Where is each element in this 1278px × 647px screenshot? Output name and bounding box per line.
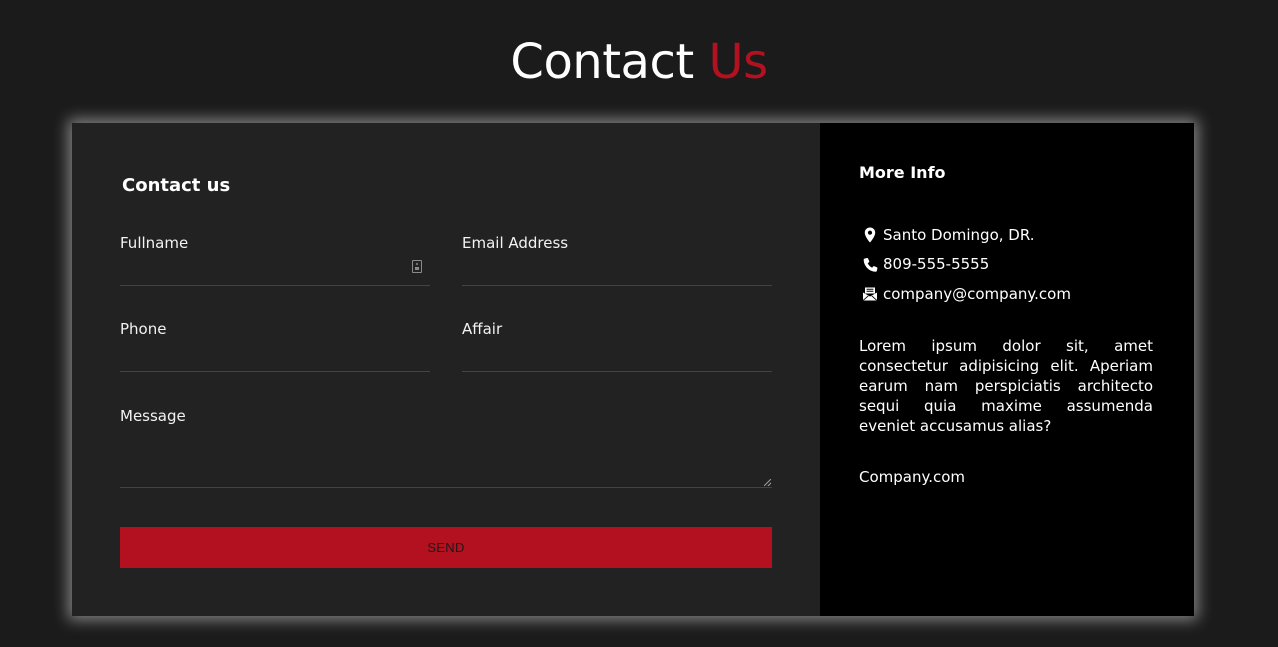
map-marker-icon <box>864 227 876 243</box>
contact-details-list: Santo Domingo, DR. 809-555-5555 company@… <box>862 220 1071 309</box>
email-input[interactable] <box>462 252 772 286</box>
envelope-open-text-icon <box>862 287 878 301</box>
message-textarea[interactable] <box>120 425 772 488</box>
location-text: Santo Domingo, DR. <box>883 225 1035 244</box>
more-info-panel: More Info Santo Domingo, DR. 809-555-555… <box>820 123 1194 616</box>
phone-icon <box>863 258 878 272</box>
email-label: Email Address <box>462 234 569 252</box>
contact-card-icon[interactable] <box>412 260 422 273</box>
email-text: company@company.com <box>883 284 1071 303</box>
email-item: company@company.com <box>862 279 1071 309</box>
phone-field: Phone <box>120 320 430 372</box>
contact-card: Contact us Fullname Email Address Phone … <box>72 123 1194 616</box>
form-heading: Contact us <box>122 175 231 196</box>
page-title-accent: Us <box>708 34 768 90</box>
fullname-label: Fullname <box>120 234 189 252</box>
resize-handle-icon[interactable] <box>764 479 771 486</box>
fullname-input[interactable] <box>120 252 430 286</box>
phone-text: 809-555-5555 <box>883 255 990 274</box>
email-field: Email Address <box>462 234 772 286</box>
message-label: Message <box>120 407 186 425</box>
page-title: Contact Us <box>0 34 1278 90</box>
company-website: Company.com <box>859 468 966 486</box>
affair-input[interactable] <box>462 338 772 372</box>
affair-field: Affair <box>462 320 772 372</box>
phone-label: Phone <box>120 320 167 338</box>
info-description: Lorem ipsum dolor sit, amet consectetur … <box>859 337 1153 435</box>
location-item: Santo Domingo, DR. <box>862 220 1071 250</box>
phone-item: 809-555-5555 <box>862 250 1071 280</box>
page-title-main: Contact <box>510 34 694 90</box>
more-info-heading: More Info <box>859 163 946 182</box>
fullname-field: Fullname <box>120 234 430 286</box>
send-button[interactable]: SEND <box>120 527 772 568</box>
contact-form: Contact us Fullname Email Address Phone … <box>72 123 820 616</box>
message-field: Message <box>120 407 772 488</box>
phone-input[interactable] <box>120 338 430 372</box>
affair-label: Affair <box>462 320 503 338</box>
